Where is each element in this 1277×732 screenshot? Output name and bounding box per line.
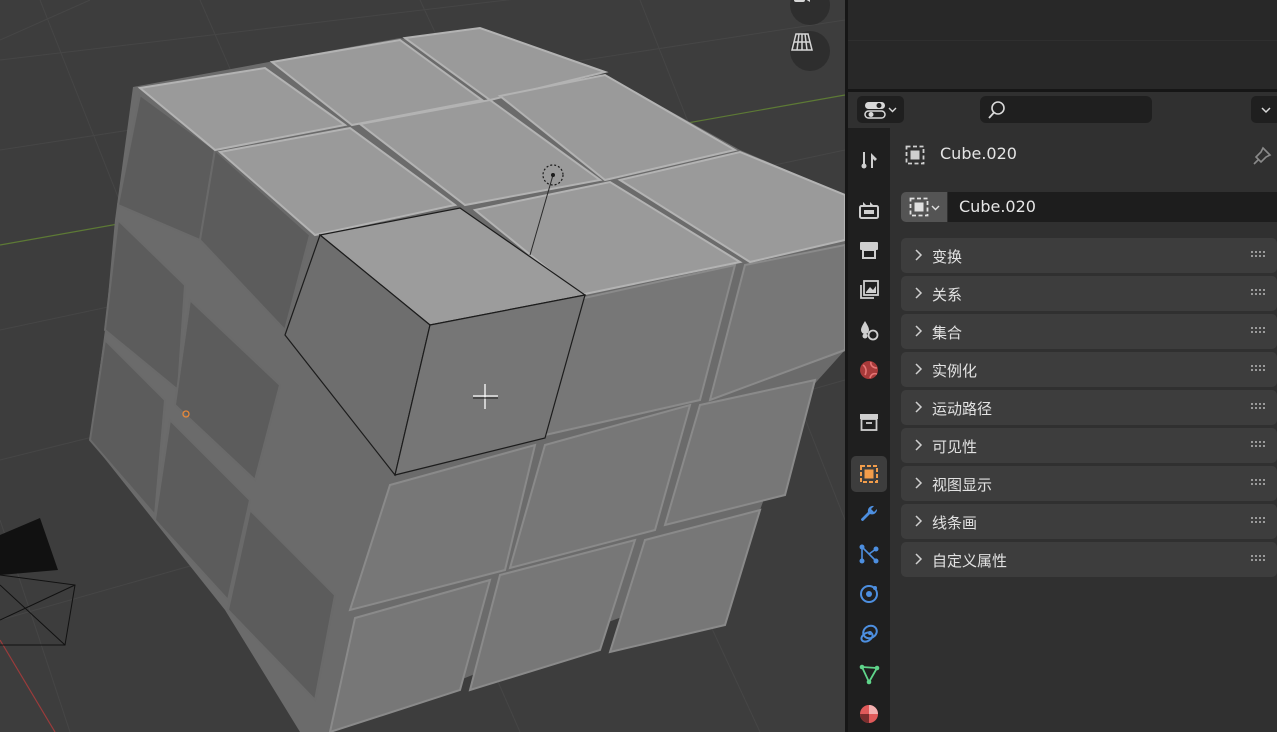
panel-label: 运动路径 <box>932 400 993 418</box>
drag-handle-icon[interactable] <box>1251 441 1267 449</box>
chevron-right-icon <box>915 439 923 451</box>
chevron-right-icon <box>915 477 923 489</box>
chevron-down-icon <box>888 107 897 113</box>
object-name-input[interactable]: Cube.020 <box>948 192 1277 222</box>
properties-header <box>848 92 1277 128</box>
object-context-header: Cube.020 <box>890 138 1277 170</box>
toggle-perspective-button[interactable] <box>790 31 830 71</box>
chevron-right-icon <box>915 515 923 527</box>
drag-handle-icon[interactable] <box>1251 479 1267 487</box>
properties-tab-bar <box>848 128 890 732</box>
tab-modifiers[interactable] <box>851 496 887 532</box>
panel-custom-properties[interactable]: 自定义属性 <box>901 542 1277 577</box>
tab-output[interactable] <box>851 232 887 268</box>
mesh-data-icon <box>859 664 880 685</box>
tab-scene[interactable] <box>851 312 887 348</box>
properties-content: Cube.020 Cube.020 变换 关系 集合 实例化 运动路径 可见性 … <box>890 128 1277 732</box>
tab-collection[interactable] <box>851 404 887 440</box>
camera-object <box>0 518 58 575</box>
panel-label: 实例化 <box>932 362 978 380</box>
render-icon <box>859 202 879 219</box>
drag-handle-icon[interactable] <box>1251 517 1267 525</box>
drag-handle-icon[interactable] <box>1251 289 1267 297</box>
chevron-right-icon <box>915 363 923 375</box>
panel-label: 变换 <box>932 248 963 266</box>
chevron-right-icon <box>915 325 923 337</box>
chevron-right-icon <box>915 249 923 261</box>
tab-render[interactable] <box>851 192 887 228</box>
panel-label: 线条画 <box>932 514 978 532</box>
drag-handle-icon[interactable] <box>1251 251 1267 259</box>
properties-search-input[interactable] <box>980 96 1152 123</box>
chevron-right-icon <box>915 401 923 413</box>
tab-tool[interactable] <box>851 142 887 178</box>
object-type-dropdown[interactable] <box>901 192 947 222</box>
panel-label: 视图显示 <box>932 476 993 494</box>
particles-icon <box>859 544 879 564</box>
object-icon <box>860 465 878 483</box>
panel-transform[interactable]: 变换 <box>901 238 1277 273</box>
constraints-icon <box>860 624 878 643</box>
panel-collections[interactable]: 集合 <box>901 314 1277 349</box>
output-icon <box>860 242 878 259</box>
pin-icon[interactable] <box>1252 146 1272 166</box>
properties-editor-icon <box>864 101 886 119</box>
material-icon <box>860 705 878 723</box>
panel-label: 关系 <box>932 286 963 304</box>
panel-label: 集合 <box>932 324 963 342</box>
tab-particles[interactable] <box>851 536 887 572</box>
drag-handle-icon[interactable] <box>1251 555 1267 563</box>
object-icon <box>909 197 928 217</box>
world-icon <box>860 361 878 379</box>
y-axis-line <box>0 639 56 732</box>
tab-object[interactable] <box>851 456 887 492</box>
chevron-right-icon <box>915 287 923 299</box>
perspective-grid-icon <box>791 33 813 51</box>
panel-label: 可见性 <box>932 438 978 456</box>
tab-material[interactable] <box>851 696 887 732</box>
panel-visibility[interactable]: 可见性 <box>901 428 1277 463</box>
scene-icon <box>861 321 879 341</box>
object-name-field[interactable]: Cube.020 <box>901 192 1277 222</box>
collection-icon <box>860 414 878 431</box>
panel-motion-paths[interactable]: 运动路径 <box>901 390 1277 425</box>
panel-relations[interactable]: 关系 <box>901 276 1277 311</box>
tab-data[interactable] <box>851 656 887 692</box>
panel-label: 自定义属性 <box>932 552 1008 570</box>
view-layer-icon <box>860 280 879 299</box>
editor-type-dropdown[interactable] <box>857 96 904 123</box>
panel-instancing[interactable]: 实例化 <box>901 352 1277 387</box>
search-icon <box>988 101 1005 119</box>
tab-physics[interactable] <box>851 576 887 612</box>
wrench-icon <box>861 505 878 521</box>
options-dropdown[interactable] <box>1251 96 1277 123</box>
panel-viewport-display[interactable]: 视图显示 <box>901 466 1277 501</box>
tool-icon <box>861 152 877 169</box>
3d-viewport[interactable] <box>0 0 845 732</box>
drag-handle-icon[interactable] <box>1251 365 1267 373</box>
viewport-scene <box>0 0 845 732</box>
camera-view-icon <box>794 0 810 2</box>
tab-world[interactable] <box>851 352 887 388</box>
chevron-down-icon <box>1261 106 1271 113</box>
chevron-down-icon <box>931 205 939 210</box>
panel-line-art[interactable]: 线条画 <box>901 504 1277 539</box>
tab-constraints[interactable] <box>851 616 887 652</box>
chevron-right-icon <box>915 553 923 565</box>
physics-icon <box>860 585 878 603</box>
drag-handle-icon[interactable] <box>1251 327 1267 335</box>
outliner-area[interactable] <box>848 0 1277 89</box>
drag-handle-icon[interactable] <box>1251 403 1267 411</box>
object-name-label: Cube.020 <box>940 144 1017 163</box>
tab-view-layer[interactable] <box>851 272 887 308</box>
object-icon <box>905 145 925 165</box>
